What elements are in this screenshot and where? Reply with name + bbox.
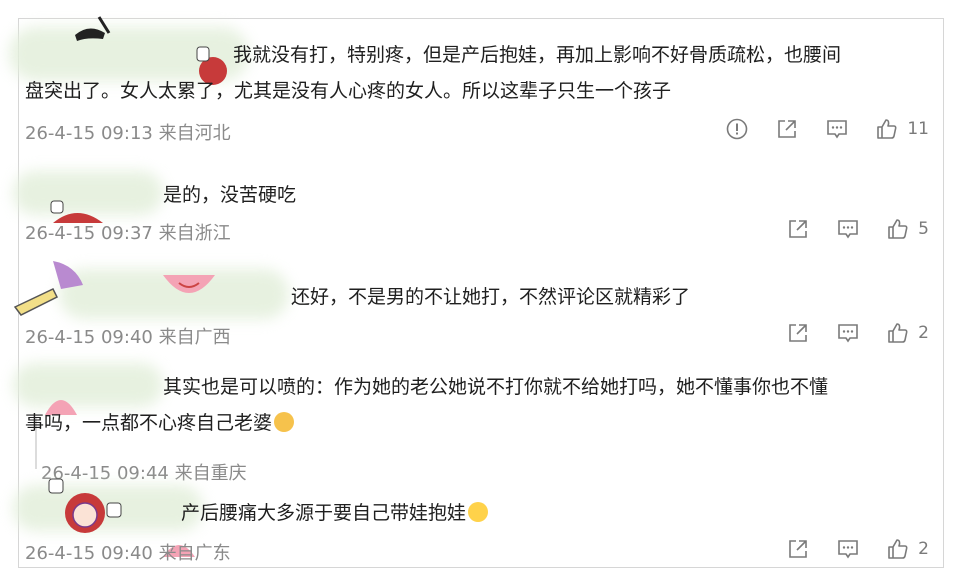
thumbs-up-icon — [888, 539, 908, 559]
like-count: 2 — [918, 323, 929, 343]
share-icon — [789, 540, 807, 558]
comment-icon — [838, 220, 858, 239]
like-count: 2 — [918, 539, 929, 559]
share-icon — [789, 220, 807, 238]
share-icon — [778, 120, 797, 138]
comment-text: 其实也是可以喷的：作为她的老公她说不打你就不给她打吗，她不懂事你也不懂 — [163, 376, 829, 398]
sticker-icon — [163, 275, 215, 293]
share-button[interactable] — [786, 217, 810, 241]
like-button[interactable]: 2 — [886, 321, 929, 345]
comment-actions: 11 — [699, 117, 929, 141]
comment-text: 是的，没苦硬吃 — [163, 184, 297, 206]
like-button[interactable]: 2 — [886, 537, 929, 561]
comment-actions: 2 — [760, 321, 929, 345]
comment-icon — [838, 540, 858, 559]
thumbs-up-icon — [888, 323, 908, 343]
share-icon — [789, 324, 807, 342]
like-button[interactable]: 5 — [886, 217, 929, 241]
sticker-icon — [48, 478, 122, 533]
share-button[interactable] — [775, 117, 799, 141]
blurred-avatar-username — [13, 363, 163, 407]
thumbs-up-icon — [888, 219, 908, 239]
like-count: 5 — [918, 219, 929, 239]
comment-meta: 26-4-15 09:13 来自河北 — [25, 123, 231, 144]
comment-meta: 26-4-15 09:40 来自广东 — [25, 543, 231, 564]
comment-list: 我就没有打，特别疼，但是产后抱娃，再加上影响不好骨质疏松，也腰间 盘突出了。女人… — [9, 16, 944, 568]
comment-text: 还好，不是男的不让她打，不然评论区就精彩了 — [291, 286, 691, 308]
report-icon — [727, 118, 748, 140]
comment-icon — [838, 324, 858, 343]
comment-icon — [827, 120, 848, 139]
comment-actions: 2 — [760, 537, 929, 561]
cat-face-emoji — [274, 412, 295, 432]
sticker-icon — [75, 16, 111, 41]
comment-text: 产后腰痛大多源于要自己带娃抱娃 — [181, 495, 489, 531]
like-count: 11 — [907, 119, 929, 139]
like-button[interactable]: 11 — [875, 117, 929, 141]
comment-meta: 26-4-15 09:40 来自广西 — [25, 327, 231, 348]
comment-actions: 5 — [760, 217, 929, 241]
comment-text: 我就没有打，特别疼，但是产后抱娃，再加上影响不好骨质疏松，也腰间 — [233, 44, 842, 66]
reply-button[interactable] — [836, 537, 860, 561]
reply-button[interactable] — [836, 321, 860, 345]
reply-button[interactable] — [825, 117, 849, 141]
share-button[interactable] — [786, 321, 810, 345]
comment-text: 事吗，一点都不心疼自己老婆 — [25, 405, 295, 441]
report-button[interactable] — [725, 117, 749, 141]
reply-button[interactable] — [836, 217, 860, 241]
sticker-icon — [13, 261, 83, 316]
comment-text: 盘突出了。女人太累了，尤其是没有人心疼的女人。所以这辈子只生一个孩子 — [25, 80, 672, 102]
thumbs-up-icon — [877, 119, 897, 139]
share-button[interactable] — [786, 537, 810, 561]
grinning-face-emoji — [468, 502, 489, 522]
comment-meta: 26-4-15 09:37 来自浙江 — [25, 223, 231, 244]
